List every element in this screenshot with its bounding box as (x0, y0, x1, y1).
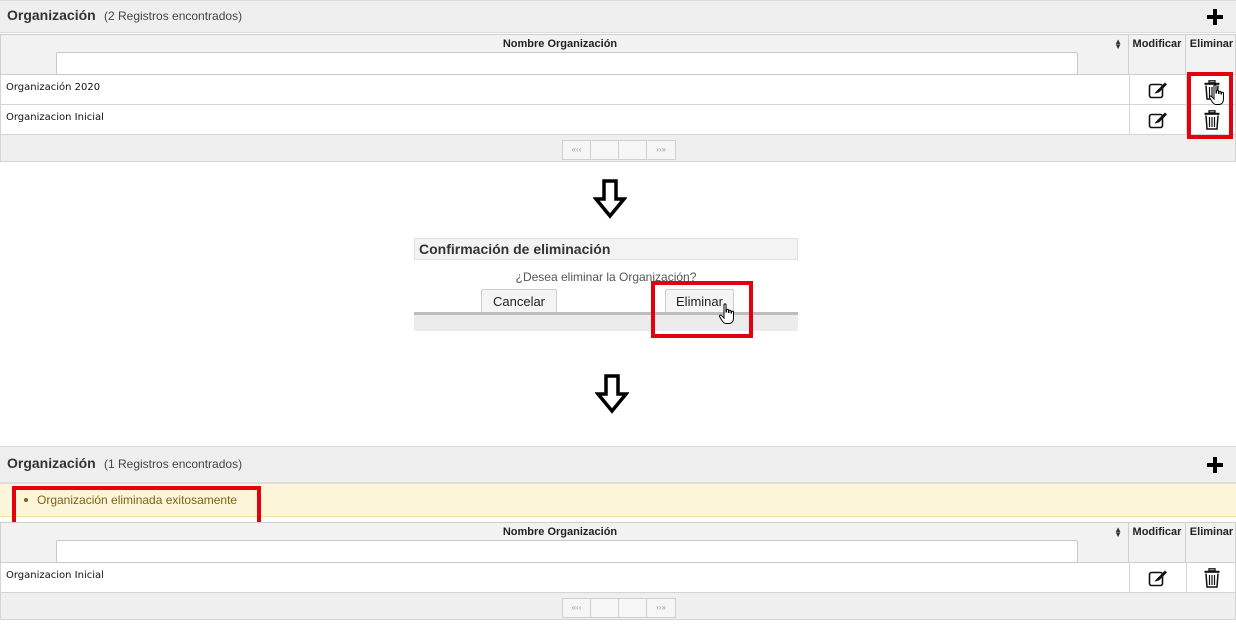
edit-icon[interactable] (1148, 569, 1168, 587)
table-row: Organizacion Inicial (0, 563, 1236, 593)
table-row: Organización 2020 (0, 75, 1236, 105)
first-page-button[interactable]: «‹‹ (563, 599, 591, 617)
sort-icon[interactable]: ▲ ▼ (1114, 526, 1122, 539)
pager-bar: «‹‹ ››» (0, 135, 1236, 162)
table-row: Organizacion Inicial (0, 105, 1236, 135)
column-label-modify: Modificar (1132, 526, 1182, 538)
organization-panel-before: Organización (2 Registros encontrados) N… (0, 0, 1236, 165)
panel-header: Organización (2 Registros encontrados) (0, 0, 1236, 33)
modify-cell (1129, 105, 1186, 135)
organization-name: Organizacion Inicial (6, 570, 104, 581)
last-page-button[interactable]: ››» (647, 599, 675, 617)
next-page-button[interactable] (619, 599, 647, 617)
column-label-delete: Eliminar (1189, 526, 1234, 538)
column-header-name[interactable]: Nombre Organización ▲ ▼ (1, 523, 1129, 564)
page-title: Organización (7, 455, 96, 471)
column-header-delete: Eliminar (1186, 523, 1236, 564)
panel-header: Organización (1 Registros encontrados) (0, 446, 1236, 483)
confirm-highlight-box (651, 281, 753, 338)
column-label-name: Nombre Organización (502, 38, 618, 50)
name-filter-input[interactable] (56, 52, 1078, 75)
edit-icon[interactable] (1148, 111, 1168, 129)
column-label-delete: Eliminar (1189, 38, 1234, 50)
first-page-button[interactable]: «‹‹ (563, 141, 591, 159)
records-count: (1 Registros encontrados) (104, 457, 243, 471)
records-count: (2 Registros encontrados) (104, 9, 243, 23)
last-page-button[interactable]: ››» (647, 141, 675, 159)
column-label-modify: Modificar (1132, 38, 1182, 50)
column-header-modify: Modificar (1129, 523, 1186, 564)
sort-icon[interactable]: ▲ ▼ (1114, 38, 1122, 51)
organization-name: Organización 2020 (6, 82, 101, 93)
column-header-name[interactable]: Nombre Organización ▲ ▼ (1, 35, 1129, 76)
edit-icon[interactable] (1148, 81, 1168, 99)
plus-icon[interactable] (1207, 457, 1223, 473)
delete-highlight-box (1187, 72, 1233, 139)
grid-header: Nombre Organización ▲ ▼ Modificar Elimina… (0, 34, 1236, 76)
pager-bar: «‹‹ ››» (0, 593, 1236, 620)
delete-cell (1186, 563, 1236, 593)
trash-icon[interactable] (1204, 568, 1220, 588)
modify-cell (1129, 75, 1186, 105)
page-title: Organización (7, 7, 96, 23)
column-label-name: Nombre Organización (502, 526, 618, 538)
plus-icon[interactable] (1207, 9, 1223, 25)
next-page-button[interactable] (619, 141, 647, 159)
name-filter-input[interactable] (56, 540, 1078, 563)
modify-cell (1129, 563, 1186, 593)
cancel-button[interactable]: Cancelar (481, 289, 557, 314)
dialog-title: Confirmación de eliminación (414, 238, 798, 260)
pager: «‹‹ ››» (562, 140, 676, 160)
prev-page-button[interactable] (591, 599, 619, 617)
prev-page-button[interactable] (591, 141, 619, 159)
pager: «‹‹ ››» (562, 598, 676, 618)
down-arrow-icon (593, 179, 627, 219)
column-header-modify: Modificar (1129, 35, 1186, 76)
down-arrow-icon (595, 374, 629, 414)
grid-header: Nombre Organización ▲ ▼ Modificar Elimina… (0, 522, 1236, 564)
organization-name: Organizacion Inicial (6, 112, 104, 123)
column-header-delete: Eliminar (1186, 35, 1236, 76)
